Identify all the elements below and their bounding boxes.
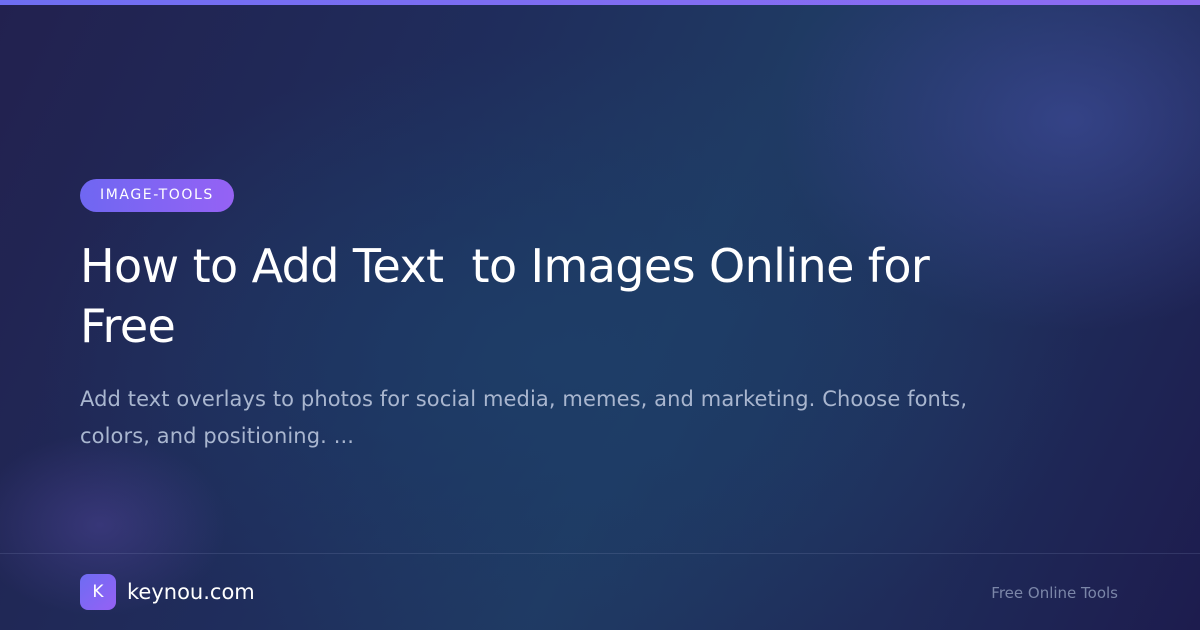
footer-divider <box>0 553 1200 554</box>
category-badge: IMAGE-TOOLS <box>80 179 234 212</box>
article-title: How to Add Text to Images Online for Fre… <box>80 239 944 353</box>
brand-logo-icon: K <box>80 574 116 610</box>
og-card: IMAGE-TOOLS How to Add Text to Images On… <box>0 0 1200 630</box>
footer-tagline: Free Online Tools <box>991 584 1118 602</box>
brand-name: keynou.com <box>127 580 255 604</box>
accent-top-bar <box>0 0 1200 5</box>
article-description: Add text overlays to photos for social m… <box>80 387 968 448</box>
